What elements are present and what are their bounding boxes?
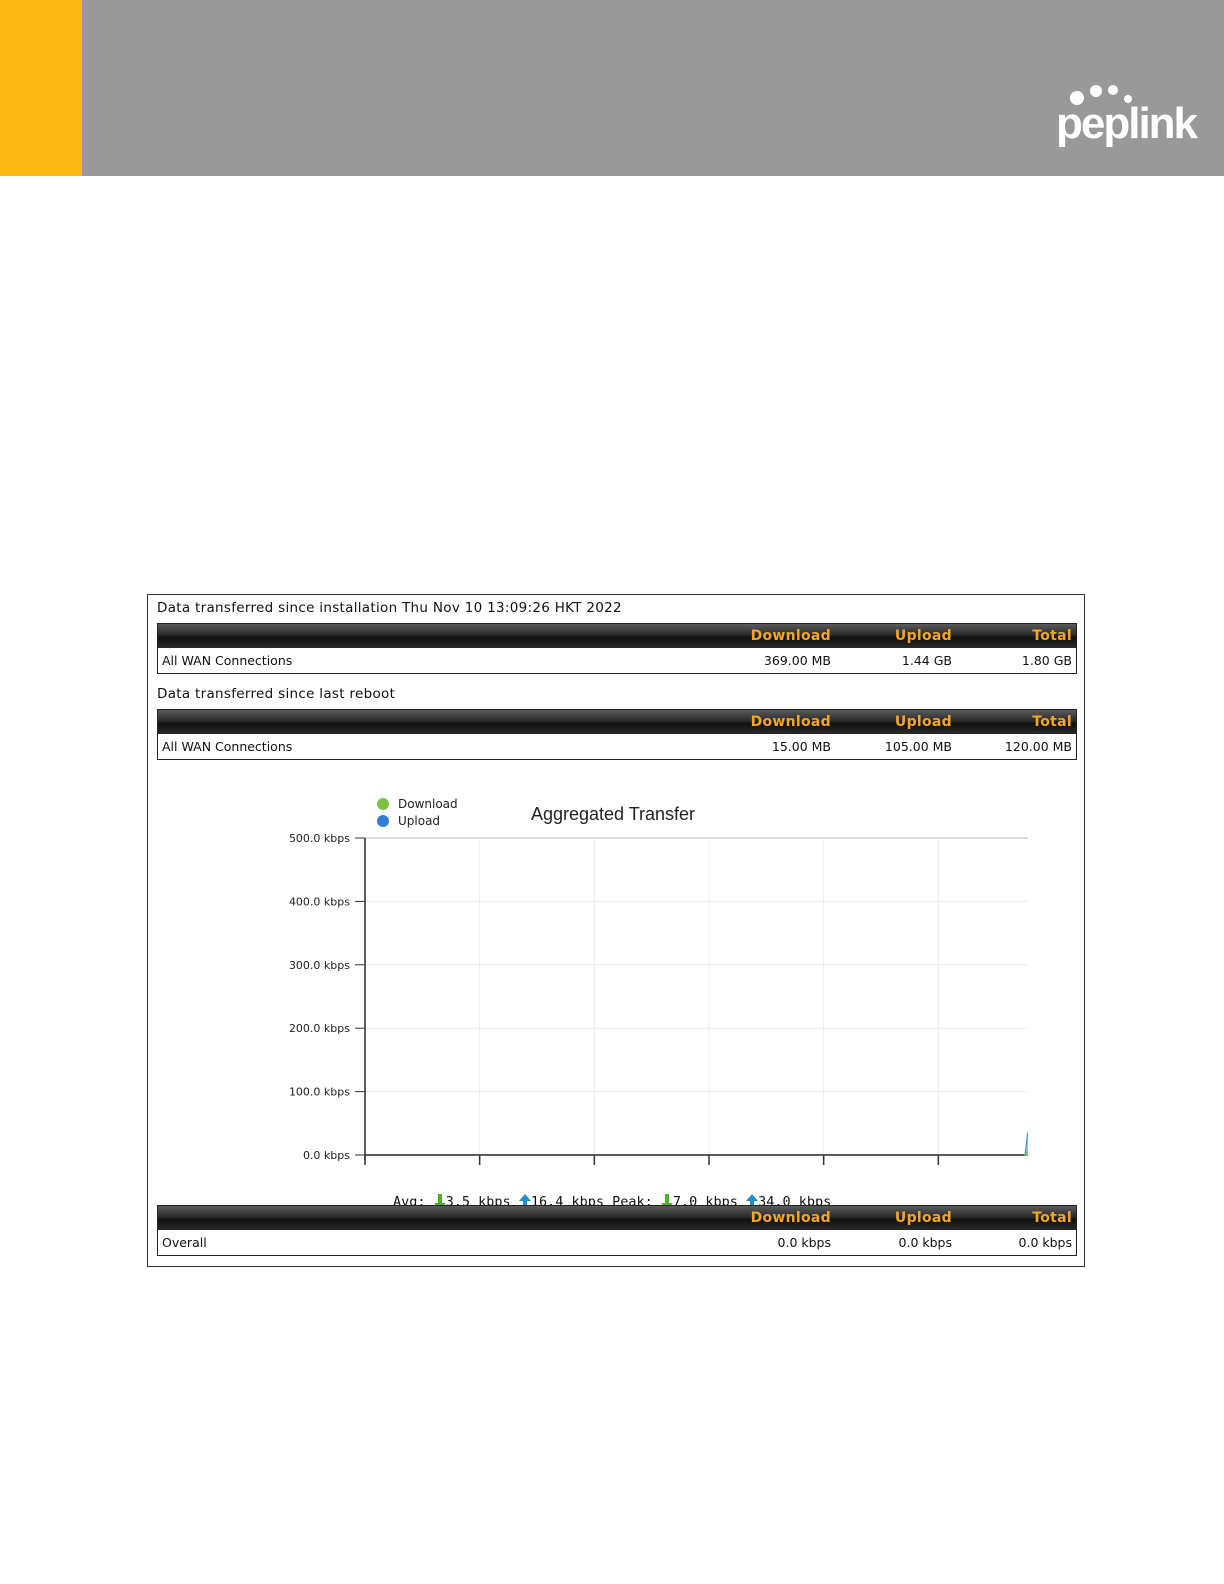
- row-total: 0.0 kbps: [1018, 1235, 1072, 1250]
- column-download: Download: [750, 714, 831, 730]
- reboot-table: Download Upload Total All WAN Connection…: [157, 709, 1077, 760]
- legend-upload-marker: [377, 815, 389, 827]
- y-tick-label: 500.0 kbps: [289, 832, 350, 845]
- overall-table: Download Upload Total Overall 0.0 kbps 0…: [157, 1205, 1077, 1256]
- column-total: Total: [1032, 714, 1072, 730]
- row-upload: 1.44 GB: [901, 653, 952, 668]
- row-name: All WAN Connections: [162, 653, 293, 668]
- y-tick-label: 400.0 kbps: [289, 895, 350, 908]
- table-row: All WAN Connections 369.00 MB 1.44 GB 1.…: [158, 648, 1076, 673]
- y-tick-label: 200.0 kbps: [289, 1022, 350, 1035]
- chart-legend: Download Upload: [377, 797, 458, 828]
- legend-download-label: Download: [398, 797, 458, 811]
- table-header: Download Upload Total: [158, 710, 1076, 734]
- table-row: All WAN Connections 15.00 MB 105.00 MB 1…: [158, 734, 1076, 759]
- column-upload: Upload: [894, 1210, 952, 1226]
- row-name: All WAN Connections: [162, 739, 293, 754]
- column-download: Download: [750, 628, 831, 644]
- legend-download-marker: [377, 798, 389, 810]
- column-download: Download: [750, 1210, 831, 1226]
- plot-frame: [364, 837, 1028, 1156]
- reboot-caption: Data transferred since last reboot: [157, 686, 396, 702]
- chart-title: Aggregated Transfer: [531, 804, 695, 824]
- peplink-logo: peplink: [1052, 78, 1198, 158]
- row-total: 120.00 MB: [1004, 739, 1072, 754]
- usage-panel: Data transferred since installation Thu …: [147, 594, 1085, 1267]
- row-name: Overall: [162, 1235, 207, 1250]
- row-upload: 0.0 kbps: [898, 1235, 952, 1250]
- column-upload: Upload: [894, 628, 952, 644]
- install-table: Download Upload Total All WAN Connection…: [157, 623, 1077, 674]
- row-total: 1.80 GB: [1021, 653, 1072, 668]
- legend-upload-label: Upload: [398, 814, 440, 828]
- table-row: Overall 0.0 kbps 0.0 kbps 0.0 kbps: [158, 1230, 1076, 1255]
- aggregated-transfer-chart: Aggregated Transfer Download Upload 0.0 k…: [289, 797, 1028, 1165]
- row-download: 369.00 MB: [763, 653, 831, 668]
- install-caption: Data transferred since installation Thu …: [157, 600, 622, 616]
- column-total: Total: [1032, 628, 1072, 644]
- row-download: 15.00 MB: [771, 739, 831, 754]
- row-download: 0.0 kbps: [777, 1235, 831, 1250]
- header-accent-block: [0, 0, 82, 176]
- table-header: Download Upload Total: [158, 624, 1076, 648]
- y-tick-label: 100.0 kbps: [289, 1086, 350, 1099]
- y-tick-label: 0.0 kbps: [303, 1149, 350, 1162]
- logo-wordmark: peplink: [1056, 99, 1198, 148]
- chart-axes: 0.0 kbps 100.0 kbps 200.0 kbps 300.0 kbps 40…: [289, 832, 1028, 1165]
- chart-series: [1024, 1132, 1028, 1156]
- row-upload: 105.00 MB: [884, 739, 952, 754]
- table-header: Download Upload Total: [158, 1206, 1076, 1230]
- header-bar: [0, 0, 1224, 176]
- column-total: Total: [1032, 1210, 1072, 1226]
- column-upload: Upload: [894, 714, 952, 730]
- chart-grid: [364, 837, 1028, 1156]
- y-tick-label: 300.0 kbps: [289, 959, 350, 972]
